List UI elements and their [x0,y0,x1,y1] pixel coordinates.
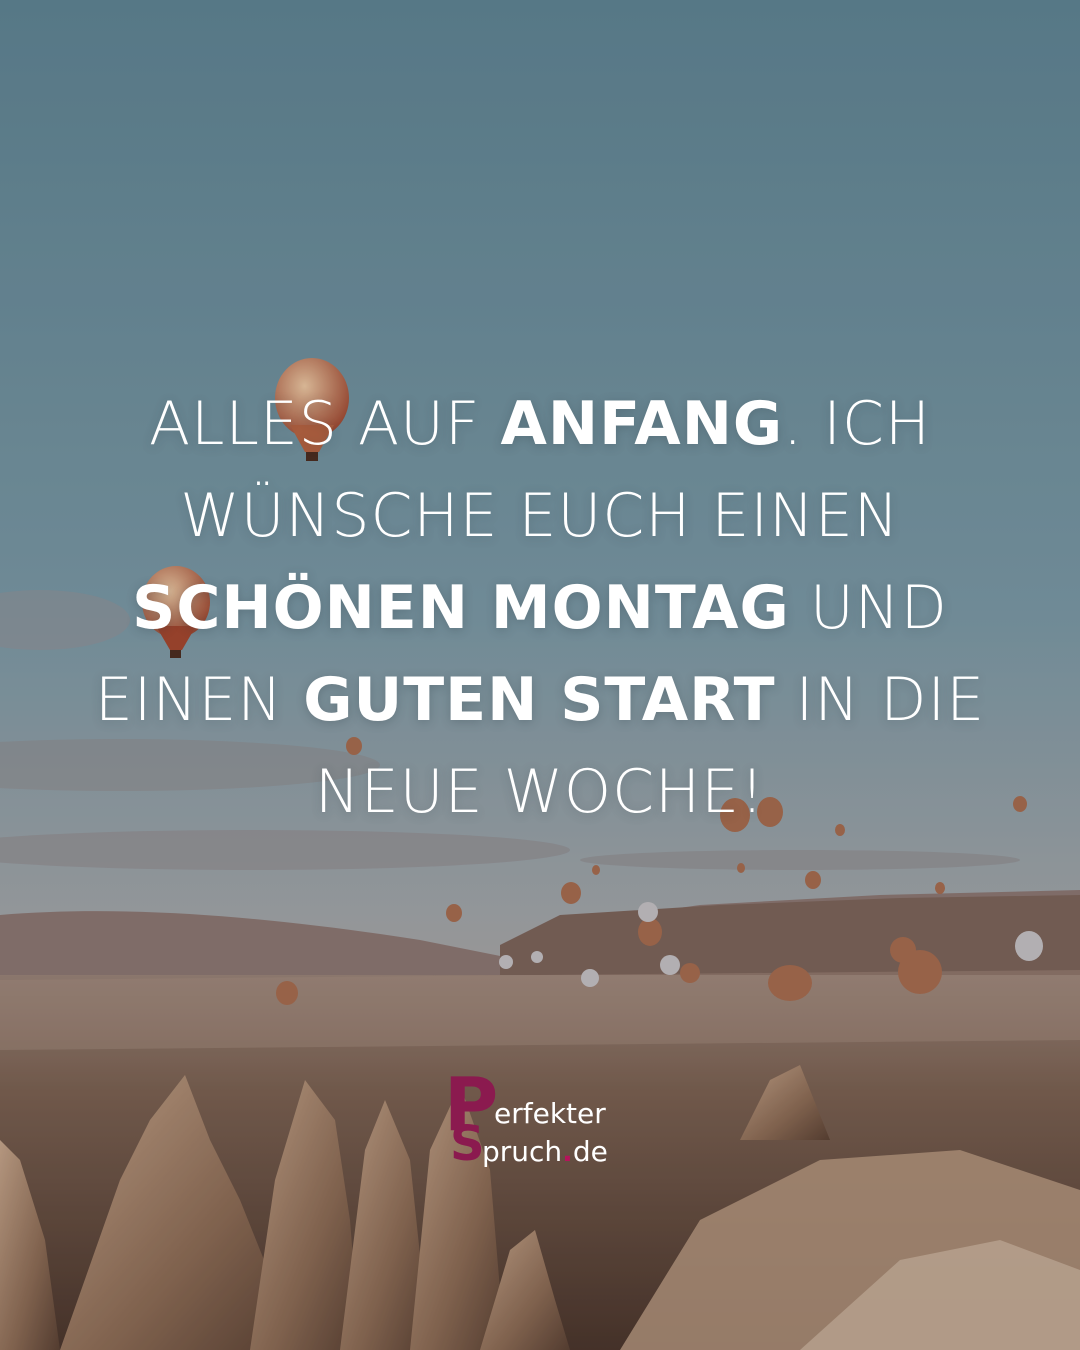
perfekter-spruch-logo: P S erfekter pruch.de [444,1068,644,1178]
logo-text-top: erfekter [494,1097,606,1130]
logo-letter-s: S [450,1116,485,1172]
quote-line-4: EINEN GUTEN START IN DIE [94,665,986,735]
logo-text-bottom: pruch.de [482,1135,608,1168]
quote-line-5: NEUE WOCHE! [314,757,766,827]
quote-line-2: WÜNSCHE EUCH EINEN [180,481,900,551]
logo-dot: . [562,1135,573,1168]
quote-line-1: ALLES AUF ANFANG. ICH [148,389,932,459]
quote-line-3: SCHÖNEN MONTAG UND [132,573,948,643]
poster: ALLES AUF ANFANG. ICH WÜNSCHE EUCH EINEN… [0,0,1080,1350]
quote-text: ALLES AUF ANFANG. ICH WÜNSCHE EUCH EINEN… [40,378,1040,838]
